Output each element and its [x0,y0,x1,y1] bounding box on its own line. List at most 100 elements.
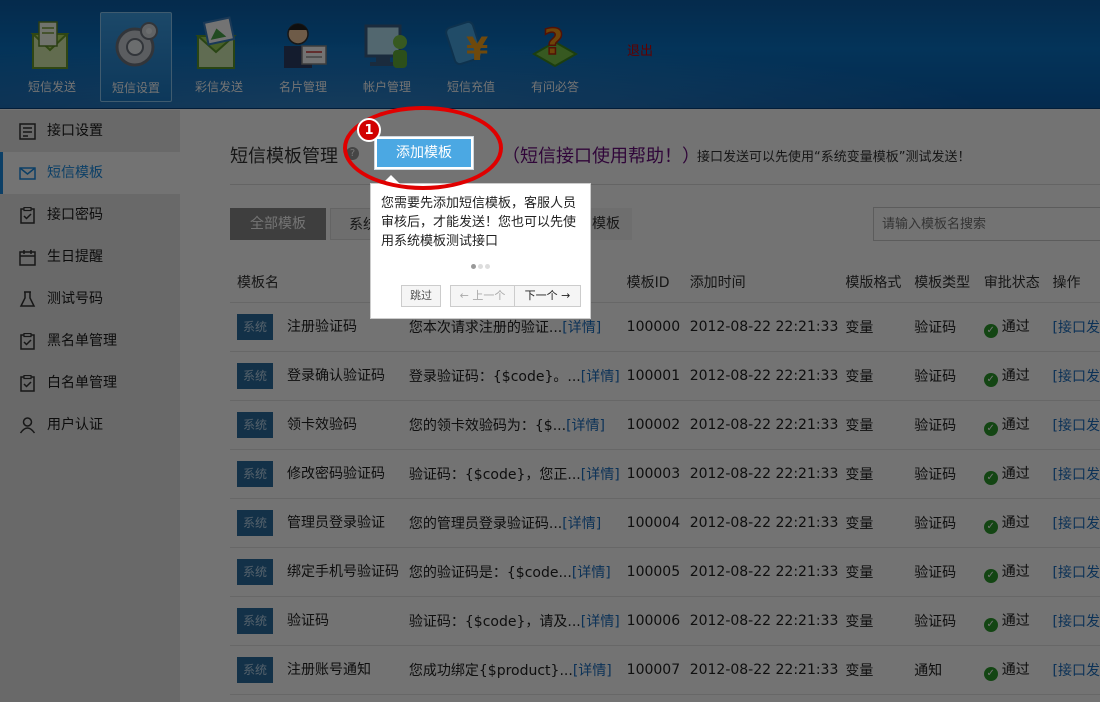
approval-status: 通过 [1001,514,1030,531]
system-tag: 系统 [237,460,273,487]
sidebar-item-label: 接口密码 [47,207,103,223]
detail-link[interactable]: [详情] [572,565,611,581]
template-type: 验证码 [907,302,977,352]
check-icon: ✓ [983,568,998,583]
sidebar-item-user-verification[interactable]: 用户认证 [0,404,180,446]
nav-sms-settings[interactable]: 短信设置 [100,12,172,102]
added-time: 2012-08-22 22:21:33 [682,302,839,352]
api-send-link[interactable]: [接口发 [1053,467,1100,483]
added-time: 2012-08-22 22:21:33 [682,596,839,646]
detail-link[interactable]: [详情] [573,663,612,679]
added-time: 2012-08-22 22:21:33 [682,400,839,450]
template-content: 验证码：{$code}，请及... [408,613,581,630]
table-row: 系统 注册验证码 您本次请求注册的验证...[详情] 100000 2012-08-22… [230,302,1100,352]
approval-status: 通过 [1001,465,1030,482]
sidebar-item-birthday-reminder[interactable]: 生日提醒 [0,236,180,278]
tour-step-dots [381,261,580,269]
api-send-link[interactable]: [接口发 [1053,369,1100,385]
approval-status: 通过 [1001,367,1030,384]
nav-card-management[interactable]: 名片管理 [267,12,339,102]
check-icon: ✓ [983,519,998,534]
tour-next-button[interactable]: 下一个 → [514,285,581,307]
table-row: 系统 登录确认验证码 登录验证码：{$code}。...[详情] 100001 2012… [230,351,1100,401]
template-table: 模板名 模板ID 添加时间 模版格式 模板类型 审批状态 操作 系统 注册验证码您… [230,262,1100,695]
detail-link[interactable]: [详情] [581,369,620,385]
template-type: 验证码 [907,547,977,597]
sidebar-item-label: 测试号码 [47,291,103,307]
check-icon: ✓ [983,372,998,387]
sidebar-item-blacklist[interactable]: 黑名单管理 [0,320,180,362]
sidebar-item-label: 生日提醒 [47,249,103,265]
col-template-id: 模板ID [619,262,683,303]
logout-link[interactable]: 退出 [627,40,653,59]
api-help-link[interactable]: （短信接口使用帮助！） [502,142,700,168]
account-icon [360,16,414,74]
table-row: 系统 领卡效验码 您的领卡效验码为：{$...[详情] 100002 2012-08-2… [230,400,1100,450]
sidebar-item-label: 接口设置 [47,123,103,139]
table-row: 系统 管理员登录验证 您的管理员登录验证码...[详情] 100004 2012-08-… [230,498,1100,548]
api-send-link[interactable]: [接口发 [1053,565,1100,581]
check-icon: ✓ [983,470,998,485]
sidebar-item-interface-password[interactable]: 接口密码 [0,194,180,236]
col-type: 模板类型 [907,262,977,303]
detail-link[interactable]: [详情] [581,467,620,483]
template-content: 您的验证码是：{$code... [408,564,572,581]
template-content: 您本次请求注册的验证... [408,319,563,336]
api-send-link[interactable]: [接口发 [1053,516,1100,532]
detail-link[interactable]: [详情] [566,418,605,434]
template-name: 注册账号通知 [287,661,371,678]
nav-mms-send[interactable]: 彩信发送 [183,12,255,102]
template-type: 验证码 [907,400,977,450]
sidebar-item-whitelist[interactable]: 白名单管理 [0,362,180,404]
api-send-link[interactable]: [接口发 [1053,663,1100,679]
sidebar: 接口设置 短信模板 接口密码 生日提醒 测试号码 黑名单管理 白名单管理 用户认… [0,110,180,702]
nav-sms-send[interactable]: 短信发送 [16,12,88,102]
check-icon: ✓ [983,421,998,436]
approval-status: 通过 [1001,563,1030,580]
page-title: 短信模板管理 [230,146,338,167]
template-name: 领卡效验码 [287,416,357,433]
template-name: 注册验证码 [287,318,357,335]
template-id: 100004 [619,498,683,548]
template-id: 100001 [619,351,683,401]
sidebar-item-interface-settings[interactable]: 接口设置 [0,110,180,152]
detail-link[interactable]: [详情] [562,320,601,336]
filter-all-templates[interactable]: 全部模板 [230,208,326,240]
api-send-link[interactable]: [接口发 [1053,614,1100,630]
template-name: 修改密码验证码 [287,465,385,482]
added-time: 2012-08-22 22:21:33 [682,645,839,695]
envelope-icon [19,167,36,180]
template-format: 变量 [838,400,908,450]
help-note: 接口发送可以先使用“系统变量模板”测试发送！ [697,150,971,165]
tour-skip-button[interactable]: 跳过 [401,285,441,307]
table-header: 模板名 模板ID 添加时间 模版格式 模板类型 审批状态 操作 [230,262,1100,303]
col-actions: 操作 [1045,262,1100,303]
template-name: 绑定手机号验证码 [287,563,399,580]
sidebar-item-test-numbers[interactable]: 测试号码 [0,278,180,320]
system-tag: 系统 [237,411,273,438]
sms-send-icon [25,16,79,74]
sidebar-item-label: 白名单管理 [47,375,117,391]
add-template-button[interactable]: 添加模板 [375,137,473,169]
sidebar-item-sms-templates[interactable]: 短信模板 [0,152,180,194]
table-row: 系统 注册账号通知 您成功绑定{$product}...[详情] 100007 2012… [230,645,1100,695]
template-format: 变量 [838,645,908,695]
api-send-link[interactable]: [接口发 [1053,418,1100,434]
help-question-icon[interactable]: ? [346,147,359,160]
detail-link[interactable]: [详情] [562,516,601,532]
api-send-link[interactable]: [接口发 [1053,320,1100,336]
template-format: 变量 [838,498,908,548]
nav-account-management[interactable]: 帐户管理 [351,12,423,102]
sidebar-item-label: 黑名单管理 [47,333,117,349]
template-format: 变量 [838,547,908,597]
detail-link[interactable]: [详情] [581,614,620,630]
clipboard-icon [20,333,35,350]
tour-prev-button[interactable]: ← 上一个 [450,285,515,307]
nav-sms-recharge[interactable]: ¥ 短信充值 [435,12,507,102]
template-search-input[interactable] [873,207,1100,241]
template-content: 您的领卡效验码为：{$... [408,417,567,434]
question-icon: ? [528,16,582,74]
calendar-icon [19,250,36,266]
nav-faq[interactable]: ? 有问必答 [519,12,591,102]
template-id: 100006 [619,596,683,646]
